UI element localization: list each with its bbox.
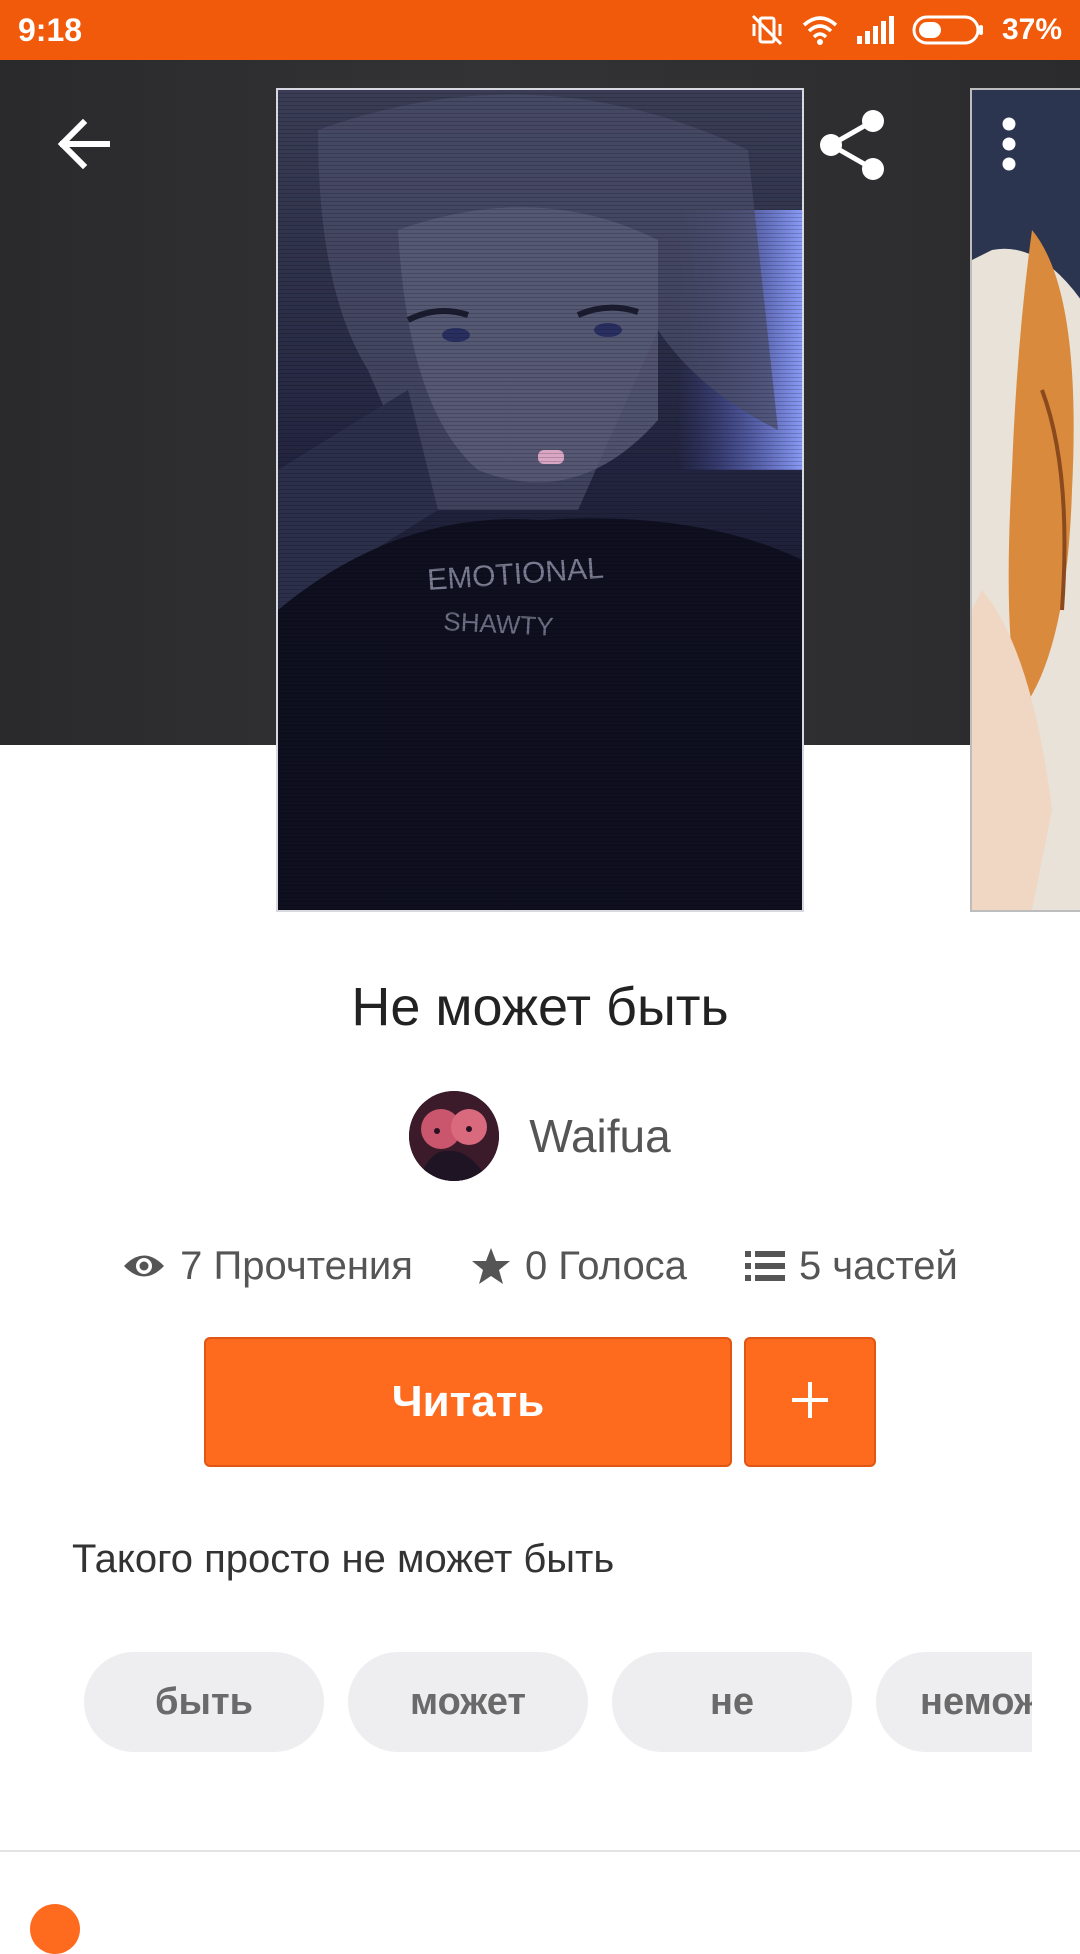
parts-stat: 5 частей [744, 1243, 958, 1289]
section-divider [0, 1850, 1080, 1852]
status-icons: 37% [750, 0, 1062, 60]
story-cover[interactable]: EMOTIONAL SHAWTY [276, 88, 804, 912]
reads-stat: 7 Прочтения [122, 1244, 413, 1289]
story-description: Такого просто не может быть [72, 1537, 615, 1581]
battery-icon [912, 15, 984, 45]
arrow-left-icon [57, 118, 111, 174]
more-options-button[interactable] [984, 106, 1034, 186]
author-avatar[interactable] [409, 1091, 500, 1181]
battery-percent: 37% [1001, 13, 1062, 46]
plus-icon [788, 1378, 832, 1427]
tag-chip[interactable]: быть [84, 1652, 324, 1752]
reads-count: 7 Прочтения [180, 1243, 413, 1288]
next-story-cover[interactable] [970, 88, 1080, 912]
more-vertical-icon [1001, 117, 1017, 176]
author-link[interactable]: Waifua [0, 1090, 1080, 1182]
share-button[interactable] [808, 102, 898, 192]
tags-row[interactable]: быть может не немож [84, 1652, 1032, 1752]
list-icon [744, 1249, 785, 1283]
back-button[interactable] [44, 106, 124, 186]
story-stats: 7 Прочтения 0 Голоса 5 частей [0, 1236, 1080, 1296]
share-icon [815, 107, 891, 188]
shirt-text-2: SHAWTY [443, 606, 555, 642]
status-time: 9:18 [18, 12, 83, 48]
status-bar: 9:18 37% [0, 0, 1080, 60]
story-title: Не может быть [351, 977, 729, 1037]
votes-stat: 0 Голоса [471, 1244, 687, 1289]
bottom-badge [30, 1904, 80, 1954]
vibrate-off-icon [750, 13, 784, 47]
wifi-icon [802, 15, 838, 45]
read-button[interactable]: Читать [204, 1337, 732, 1467]
author-name[interactable]: Waifua [529, 1109, 670, 1163]
cover-artwork: EMOTIONAL SHAWTY [278, 90, 802, 910]
signal-icon [856, 16, 894, 44]
star-icon [471, 1246, 511, 1286]
next-cover-artwork [972, 90, 1080, 910]
tag-chip[interactable]: может [348, 1652, 588, 1752]
votes-count: 0 Голоса [524, 1243, 687, 1288]
eye-icon [122, 1251, 166, 1281]
tag-chip[interactable]: не [612, 1652, 852, 1752]
tag-chip[interactable]: немож [876, 1652, 1032, 1752]
parts-count: 5 частей [798, 1243, 958, 1288]
add-to-library-button[interactable] [744, 1337, 876, 1467]
